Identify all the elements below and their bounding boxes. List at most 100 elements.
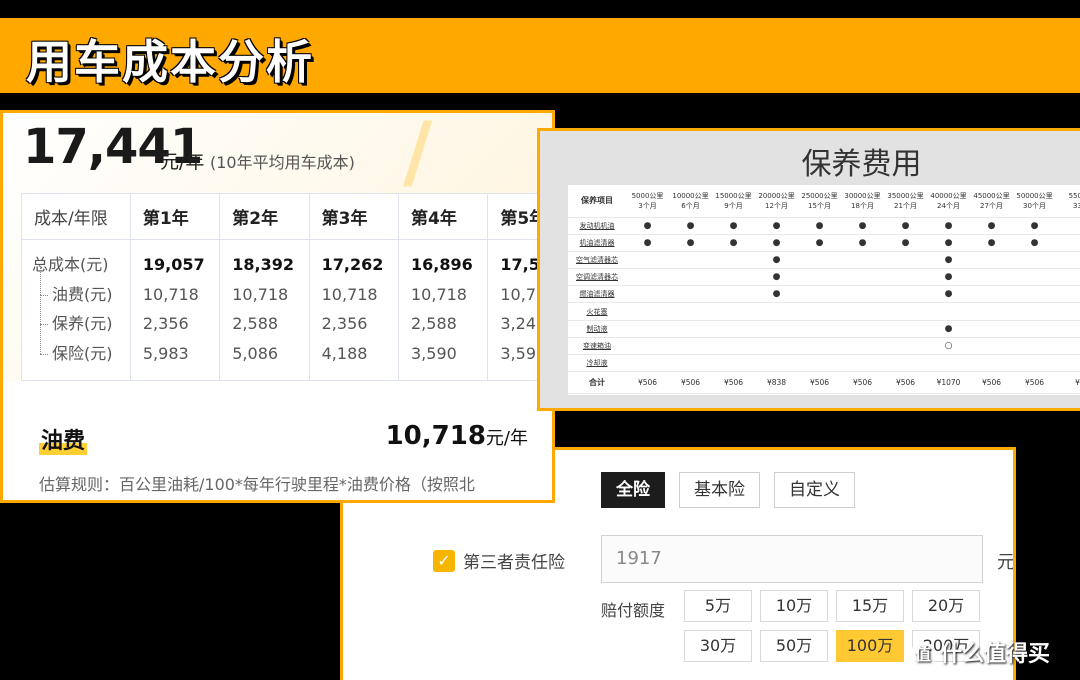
maintenance-mark-cell — [798, 251, 841, 270]
maintenance-mark-cell — [1056, 320, 1080, 338]
payout-option-10w[interactable]: 10万 — [760, 590, 828, 622]
total-cost-cell: 18,392 — [232, 255, 294, 274]
maintenance-item-name[interactable]: 空气滤清器芯 — [568, 251, 626, 270]
table-header-cell: 第1年 — [129, 193, 221, 240]
payout-option-100w[interactable]: 100万 — [836, 630, 904, 662]
payout-option-5w[interactable]: 5万 — [684, 590, 752, 622]
maintenance-mark-cell — [1056, 268, 1080, 287]
amount-unit: 元 — [997, 552, 1015, 573]
maintenance-mark-cell — [669, 302, 712, 321]
maintenance-mark-cell — [1013, 354, 1056, 373]
maintenance-mark-cell: ● — [755, 268, 798, 287]
table-header-cell: 成本/年限 — [21, 193, 131, 240]
maintenance-mark-cell — [755, 302, 798, 321]
maintenance-mark-cell — [712, 337, 755, 356]
third-party-checkbox[interactable]: ✓ — [433, 550, 455, 572]
fuel-cost-cell: 10,718 — [142, 284, 199, 304]
maintenance-mark-cell: ● — [798, 217, 841, 235]
payout-label: 赔付额度 — [601, 601, 666, 620]
maintenance-item-name[interactable]: 机油滤清器 — [568, 234, 626, 252]
maintenance-item-name[interactable]: 制动液 — [568, 320, 626, 338]
maintenance-mark-cell — [755, 354, 798, 373]
interval-months: 12个月 — [765, 201, 788, 210]
maintenance-header-row: 保养项目 5000公里 3个月 10000公里 6个月 15000公里 9个月 20000公里… — [568, 185, 1080, 218]
table-row: 燃油滤清器 ● ● — [568, 285, 1080, 304]
total-cost-cell: 17,262 — [321, 255, 384, 274]
maintenance-mark-cell — [798, 337, 841, 356]
maintenance-mark-cell — [970, 337, 1013, 356]
maintenance-mark-cell — [927, 302, 970, 321]
interval-distance: 15000公里 — [715, 191, 752, 200]
maintenance-item-name[interactable]: 变速箱油 — [568, 337, 626, 356]
maintenance-mark-cell — [970, 251, 1013, 270]
fuel-estimate-rule: 估算规则：百公里油耗/100*每年行驶里程*油费价格（按照北 — [39, 475, 475, 494]
insurance-cost-cell: 5,086 — [232, 343, 279, 363]
table-header-cell: 第4年 — [397, 193, 489, 240]
maintenance-mark-cell — [669, 268, 712, 287]
maintenance-item-name[interactable]: 空调滤清器芯 — [568, 268, 626, 287]
maintenance-mark-cell — [798, 354, 841, 373]
maintenance-mark-cell — [755, 337, 798, 356]
third-party-amount-input[interactable]: 1917 — [601, 535, 983, 583]
maintenance-mark-cell — [626, 268, 669, 287]
maintenance-item-name[interactable]: 火花塞 — [568, 302, 626, 321]
total-cost-cell: 19,057 — [142, 255, 205, 274]
maintenance-mark-cell — [927, 354, 970, 373]
table-header-cell: 第3年 — [308, 193, 400, 240]
maintenance-interval-header: 50000公里 30个月 — [1013, 185, 1056, 218]
interval-distance: 25000公里 — [801, 191, 838, 200]
payout-option-50w[interactable]: 50万 — [760, 630, 828, 662]
maintenance-mark-cell — [884, 302, 927, 321]
maintenance-mark-cell: ● — [798, 234, 841, 252]
maintenance-title: 保养费用 — [801, 147, 922, 182]
maintenance-mark-cell: ● — [927, 251, 970, 270]
interval-distance: 40000公里 — [930, 191, 967, 200]
maintenance-item-name[interactable]: 冷却液 — [568, 354, 626, 373]
maintenance-interval-header: 10000公里 6个月 — [669, 185, 712, 218]
maintenance-item-name[interactable]: 燃油滤清器 — [568, 285, 626, 304]
maintenance-mark-cell: ● — [755, 285, 798, 304]
maintenance-mark-cell — [712, 268, 755, 287]
maintenance-mark-cell — [970, 320, 1013, 338]
payout-option-30w[interactable]: 30万 — [684, 630, 752, 662]
year-1-column: 19,057 10,718 2,356 5,983 — [129, 239, 221, 381]
interval-distance: 5500 — [1068, 191, 1080, 200]
interval-distance: 50000公里 — [1016, 191, 1053, 200]
maintenance-item-name[interactable]: 发动机机油 — [568, 217, 626, 235]
maintenance-mark-cell — [1013, 285, 1056, 304]
payout-option-20w[interactable]: 20万 — [912, 590, 980, 622]
watermark: 值什么值得买 — [910, 636, 1050, 668]
maintenance-mark-cell: ● — [884, 217, 927, 235]
maintenance-mark-cell — [712, 285, 755, 304]
tab-full-insurance[interactable]: 全险 — [601, 472, 665, 508]
maintenance-mark-cell — [626, 302, 669, 321]
maintenance-cost-cell: 2,588 — [232, 314, 279, 333]
maintenance-mark-cell: ● — [841, 234, 884, 252]
table-row: 机油滤清器 ● ● ● ● ● ● ● ● ● ● — [568, 234, 1080, 252]
maintenance-mark-cell — [712, 302, 755, 321]
maintenance-total-cell: ¥ — [1056, 371, 1080, 395]
maintenance-mark-cell — [1056, 234, 1080, 252]
insurance-cost-cell: 4,188 — [321, 343, 368, 363]
tab-basic-insurance[interactable]: 基本险 — [679, 472, 760, 508]
maintenance-mark-cell — [626, 337, 669, 356]
maintenance-sheet: 保养项目 5000公里 3个月 10000公里 6个月 15000公里 9个月 20000公里… — [568, 185, 1080, 395]
table-row: 总成本(元) 油费(元) 保养(元) 保险(元) 19,057 10,718 2… — [21, 239, 552, 381]
maintenance-mark-cell — [712, 320, 755, 338]
interval-months: 6个月 — [681, 201, 700, 210]
third-party-label: 第三者责任险 — [463, 553, 565, 573]
insurance-cost-cell: 5,983 — [142, 343, 189, 363]
table-row: 火花塞 — [568, 302, 1080, 321]
maintenance-mark-cell — [841, 302, 884, 321]
maintenance-mark-cell: ● — [927, 268, 970, 287]
table-row: 发动机机油 ● ● ● ● ● ● ● ● ● ● — [568, 217, 1080, 235]
maintenance-mark-cell — [884, 285, 927, 304]
maintenance-mark-cell: ● — [927, 285, 970, 304]
maintenance-mark-cell — [798, 268, 841, 287]
cost-panel: / 17,441 元/年 (10年平均用车成本) 成本/年限 第1年 第2年 第… — [0, 110, 555, 503]
decorative-mark-icon: / — [403, 110, 433, 198]
maintenance-mark-cell: ● — [1013, 234, 1056, 252]
tab-custom-insurance[interactable]: 自定义 — [774, 472, 855, 508]
maintenance-mark-cell — [1056, 302, 1080, 321]
payout-option-15w[interactable]: 15万 — [836, 590, 904, 622]
